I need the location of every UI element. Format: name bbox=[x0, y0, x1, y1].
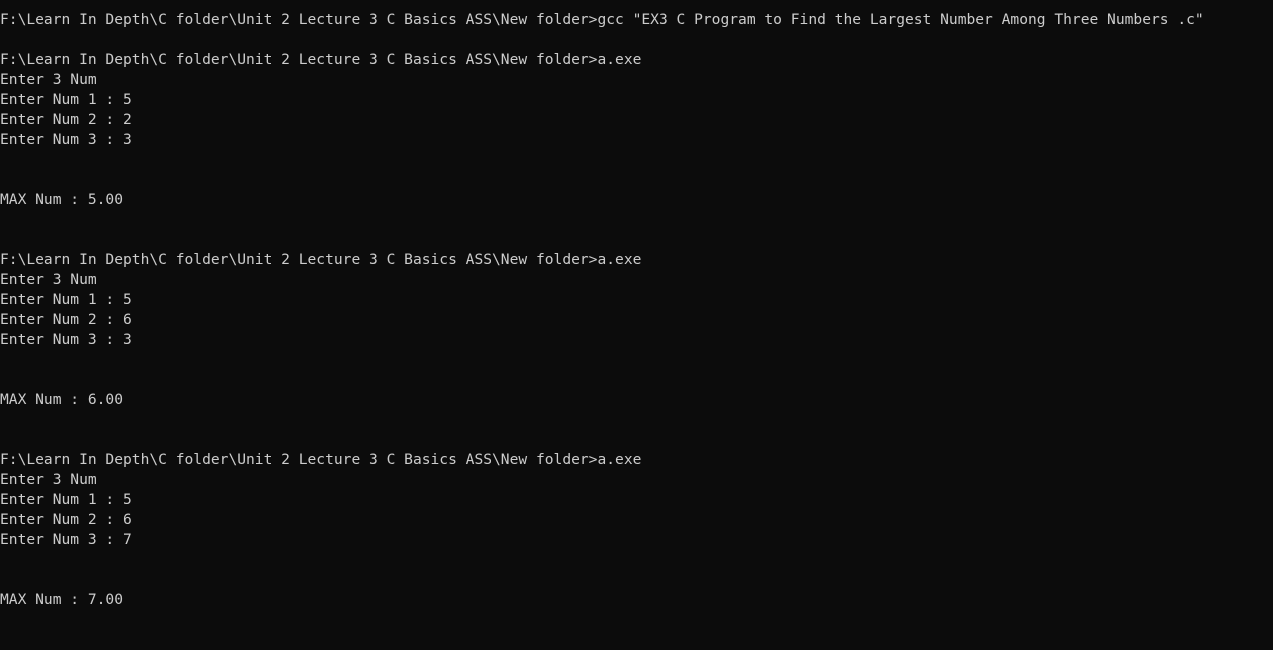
console-line: Enter Num 1 : 5 bbox=[0, 91, 132, 108]
console-line: Enter Num 2 : 6 bbox=[0, 311, 132, 328]
console-line: Enter Num 1 : 5 bbox=[0, 291, 132, 308]
console-line: F:\Learn In Depth\C folder\Unit 2 Lectur… bbox=[0, 51, 642, 68]
console-line: Enter 3 Num bbox=[0, 71, 97, 88]
console-line: Enter Num 3 : 7 bbox=[0, 531, 132, 548]
console-line: MAX Num : 5.00 bbox=[0, 191, 124, 208]
console-line: Enter 3 Num bbox=[0, 471, 97, 488]
console-line: MAX Num : 7.00 bbox=[0, 591, 124, 608]
console-line: Enter Num 2 : 2 bbox=[0, 111, 132, 128]
console-line: MAX Num : 6.00 bbox=[0, 391, 124, 408]
console-line: F:\Learn In Depth\C folder\Unit 2 Lectur… bbox=[0, 11, 1204, 28]
console-output[interactable]: F:\Learn In Depth\C folder\Unit 2 Lectur… bbox=[0, 10, 1273, 650]
console-line: Enter Num 3 : 3 bbox=[0, 131, 132, 148]
console-line: F:\Learn In Depth\C folder\Unit 2 Lectur… bbox=[0, 251, 642, 268]
console-line: F:\Learn In Depth\C folder\Unit 2 Lectur… bbox=[0, 451, 642, 468]
console-line: Enter Num 2 : 6 bbox=[0, 511, 132, 528]
console-line: Enter Num 3 : 3 bbox=[0, 331, 132, 348]
console-line: Enter 3 Num bbox=[0, 271, 97, 288]
console-line: Enter Num 1 : 5 bbox=[0, 491, 132, 508]
